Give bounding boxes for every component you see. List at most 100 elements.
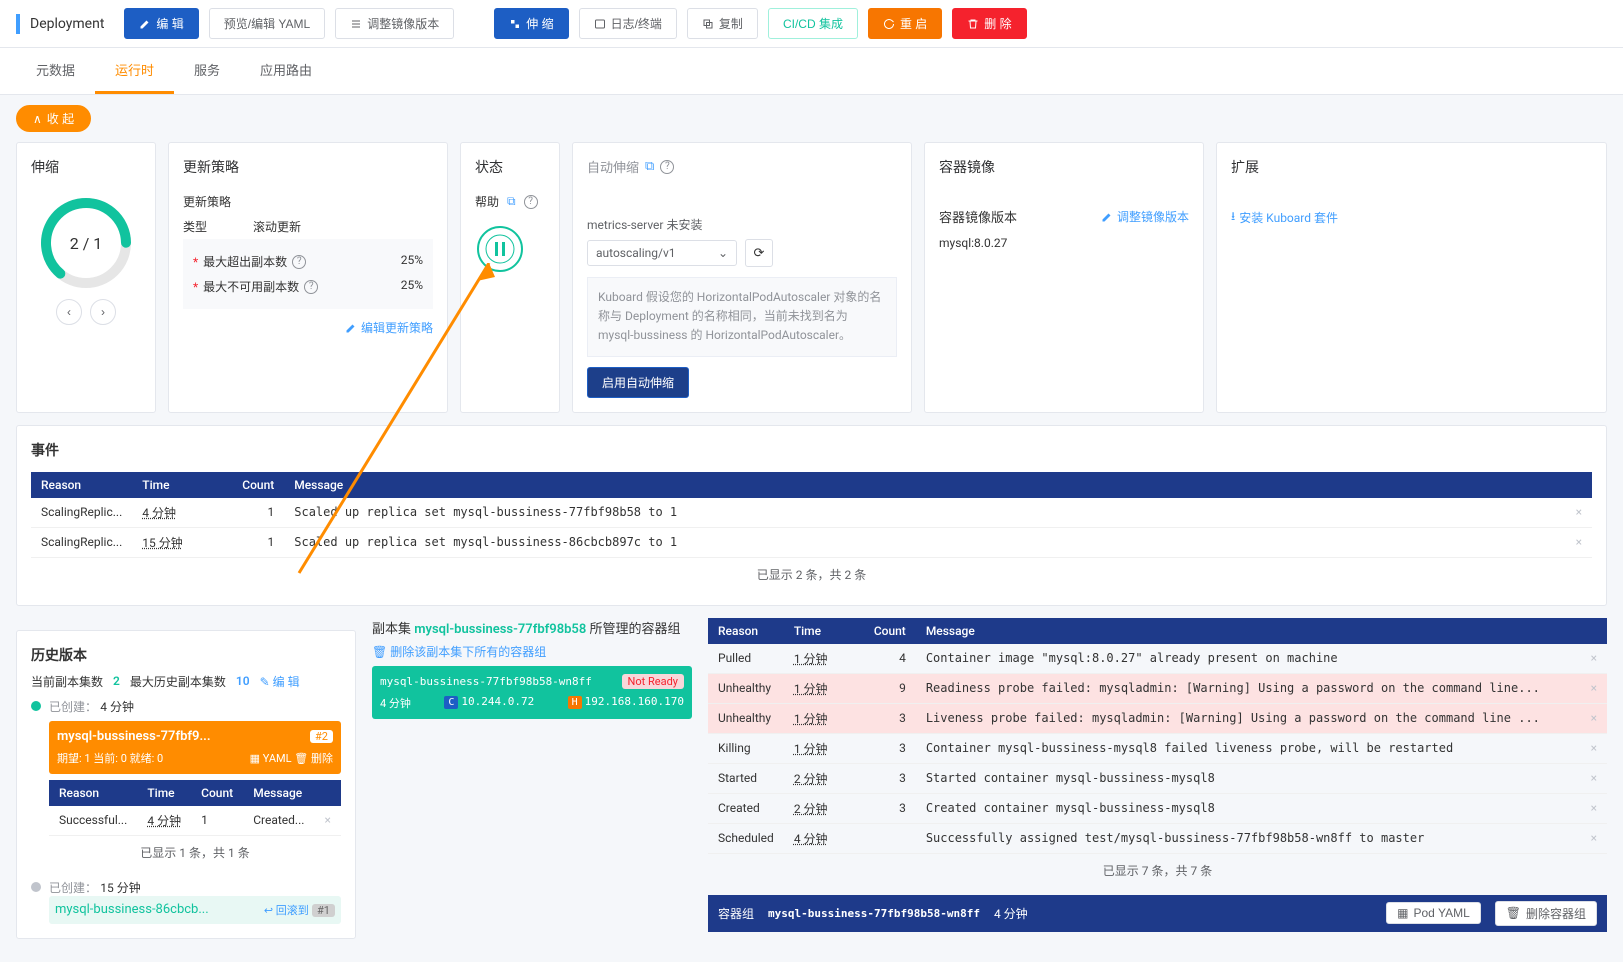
terminal-icon: [594, 18, 606, 30]
external-icon[interactable]: ⧉: [507, 194, 516, 209]
rs-badge: #2: [310, 730, 333, 743]
rs-delete-link[interactable]: 🗑 删除: [294, 752, 333, 765]
refresh-button[interactable]: ⟳: [745, 239, 773, 267]
close-icon[interactable]: ×: [1581, 823, 1607, 853]
adjust-icon: [350, 18, 362, 30]
update-subtitle: 更新策略: [183, 193, 433, 210]
close-icon[interactable]: ×: [1581, 793, 1607, 823]
scale-title: 伸缩: [31, 157, 141, 177]
install-kuboard-link[interactable]: ⭳ 安装 Kuboard 套件: [1231, 207, 1592, 228]
close-icon[interactable]: ×: [1581, 733, 1607, 763]
adjust-image-link[interactable]: 调整镜像版本: [1101, 208, 1189, 225]
pod-events-table: Reason Time Count Message Pulled1 分钟4Con…: [708, 618, 1607, 854]
table-row: Successful...4 分钟1Created...×: [49, 806, 341, 836]
table-row: ScalingReplic...4 分钟1Scaled up replica s…: [31, 498, 1592, 528]
restart-icon: [883, 18, 895, 30]
delete-pods-link[interactable]: 🗑 删除该副本集下所有的容器组: [372, 643, 692, 660]
events-table: Reason Time Count Message ScalingReplic.…: [31, 472, 1592, 558]
page-header: Deployment 编 辑 预览/编辑 YAML 调整镜像版本 伸 缩 日志/…: [0, 0, 1623, 48]
image-value: mysql:8.0.27: [939, 236, 1189, 250]
table-row: ScalingReplic...15 分钟1Scaled up replica …: [31, 527, 1592, 557]
scale-button[interactable]: 伸 缩: [494, 8, 568, 39]
collapse-button[interactable]: ∧ 收 起: [16, 105, 91, 132]
table-row: Unhealthy1 分钟9Readiness probe failed: my…: [708, 673, 1607, 703]
tab-services[interactable]: 服务: [174, 48, 240, 94]
replicaset-card-2[interactable]: mysql-bussiness-86cbcb... ↩ 回滚到 #1: [49, 896, 341, 924]
restart-button[interactable]: 重 启: [868, 8, 942, 39]
replica-section: 副本集 mysql-bussiness-77fbf98b58 所管理的容器组 🗑…: [372, 618, 692, 939]
update-strategy-card: 更新策略 更新策略 类型滚动更新 最大超出副本数?25% 最大不可用副本数?25…: [168, 142, 448, 413]
edit-icon: [345, 322, 357, 334]
history-edit-link[interactable]: ✎ 编 辑: [260, 673, 300, 690]
pause-indicator[interactable]: [475, 224, 525, 274]
image-title: 容器镜像: [939, 157, 1189, 177]
close-icon[interactable]: ×: [1581, 703, 1607, 733]
autoscale-title: 自动伸缩: [587, 157, 639, 176]
table-row: Scheduled4 分钟Successfully assigned test/…: [708, 823, 1607, 853]
chevron-down-icon: ⌄: [718, 246, 728, 260]
adjust-image-button[interactable]: 调整镜像版本: [335, 8, 454, 39]
autoscale-note: Kuboard 假设您的 HorizontalPodAutoscaler 对象的…: [587, 277, 897, 357]
table-row: Unhealthy1 分钟3Liveness probe failed: mys…: [708, 703, 1607, 733]
extension-card: 扩展 ⭳ 安装 Kuboard 套件: [1216, 142, 1607, 413]
state-card: 状态 帮助⧉?: [460, 142, 560, 413]
not-ready-badge: Not Ready: [622, 674, 684, 689]
yaml-link[interactable]: ▦ YAML: [250, 752, 292, 765]
timeline-dot-icon: [31, 882, 41, 892]
trash-icon: [967, 18, 979, 30]
scale-icon: [509, 18, 521, 30]
close-icon[interactable]: ×: [1566, 498, 1592, 528]
enable-autoscale-button[interactable]: 启用自动伸缩: [587, 367, 689, 398]
help-icon[interactable]: ?: [292, 255, 306, 269]
cicd-button[interactable]: CI/CD 集成: [768, 8, 858, 39]
pod-card[interactable]: mysql-bussiness-77fbf98b58-wn8ff Not Rea…: [372, 666, 692, 719]
tab-runtime[interactable]: 运行时: [95, 48, 174, 94]
events-title: 事件: [31, 440, 1592, 460]
scale-up-button[interactable]: ›: [90, 299, 116, 325]
tabs: 元数据 运行时 服务 应用路由: [0, 48, 1623, 95]
history-events-table: ReasonTimeCountMessage Successful...4 分钟…: [49, 780, 341, 836]
close-icon[interactable]: ×: [1581, 644, 1607, 674]
table-row: Created2 分钟3Created container mysql-buss…: [708, 793, 1607, 823]
table-row: Started2 分钟3Started container mysql-buss…: [708, 763, 1607, 793]
close-icon[interactable]: ×: [1566, 527, 1592, 557]
replicaset-card-1[interactable]: mysql-bussiness-77fbf9... #2 期望: 1 当前: 0…: [49, 721, 341, 774]
autoscale-select[interactable]: autoscaling/v1⌄: [587, 240, 737, 266]
yaml-button[interactable]: 预览/编辑 YAML: [209, 8, 325, 39]
pod-events-section: Reason Time Count Message Pulled1 分钟4Con…: [708, 618, 1607, 939]
close-icon[interactable]: ×: [1581, 673, 1607, 703]
update-title: 更新策略: [183, 157, 433, 177]
delete-pod-button[interactable]: 🗑 删除容器组: [1495, 901, 1597, 926]
external-icon[interactable]: ⧉: [645, 159, 654, 174]
update-type-label: 类型: [183, 218, 207, 235]
timeline-dot-icon: [31, 701, 41, 711]
max-unavail-value: 25%: [401, 278, 423, 295]
scale-card: 伸缩 2 / 1 ‹ ›: [16, 142, 156, 413]
pod-bar: 容器组 mysql-bussiness-77fbf98b58-wn8ff 4 分…: [708, 895, 1607, 932]
delete-button[interactable]: 删 除: [952, 8, 1026, 39]
edit-strategy-link[interactable]: 编辑更新策略: [183, 319, 433, 336]
edit-icon: [139, 18, 151, 30]
copy-button[interactable]: 复制: [687, 8, 758, 39]
events-section: 事件 Reason Time Count Message ScalingRepl…: [16, 425, 1607, 606]
help-icon[interactable]: ?: [304, 280, 318, 294]
scale-down-button[interactable]: ‹: [56, 299, 82, 325]
help-icon[interactable]: ?: [660, 160, 674, 174]
autoscale-card: 自动伸缩⧉? metrics-server 未安装 autoscaling/v1…: [572, 142, 912, 413]
events-footer: 已显示 2 条，共 2 条: [31, 558, 1592, 591]
cards-row: 伸缩 2 / 1 ‹ › 更新策略 更新策略 类型滚动更新 最大超出副本数?25…: [16, 142, 1607, 413]
image-subtitle: 容器镜像版本: [939, 207, 1017, 226]
image-card: 容器镜像 容器镜像版本 调整镜像版本 mysql:8.0.27: [924, 142, 1204, 413]
history-title: 历史版本: [31, 645, 341, 665]
edit-button[interactable]: 编 辑: [124, 8, 198, 39]
help-icon[interactable]: ?: [524, 195, 538, 209]
logs-button[interactable]: 日志/终端: [579, 8, 677, 39]
pod-yaml-button[interactable]: ▦ Pod YAML: [1386, 902, 1481, 924]
tab-meta[interactable]: 元数据: [16, 48, 95, 94]
close-icon[interactable]: ×: [1581, 763, 1607, 793]
close-icon[interactable]: ×: [315, 806, 341, 836]
page-title: Deployment: [30, 16, 104, 32]
tab-routes[interactable]: 应用路由: [240, 48, 332, 94]
rollback-link[interactable]: ↩ 回滚到: [264, 904, 309, 917]
scale-ring: 2 / 1: [36, 193, 136, 293]
